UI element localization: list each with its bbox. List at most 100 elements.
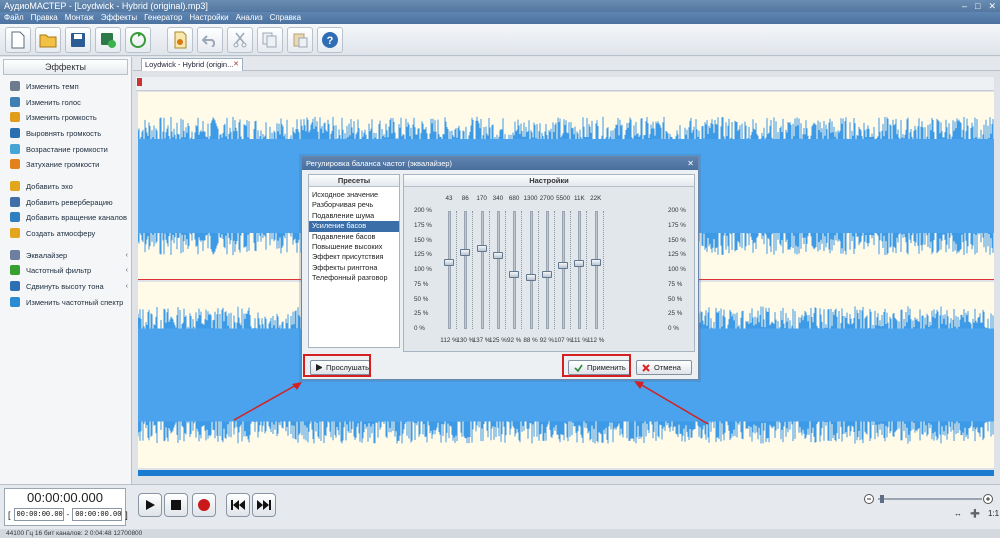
band-slider-thumb[interactable]: [541, 271, 552, 279]
track-scrollbar[interactable]: [138, 470, 994, 476]
skip-forward-icon: [257, 500, 271, 510]
minimize-icon[interactable]: –: [962, 0, 967, 12]
record-button[interactable]: [192, 493, 216, 517]
tab-close-icon[interactable]: ✕: [233, 59, 239, 71]
effect-item-6[interactable]: Добавить эхо: [10, 179, 130, 193]
copy-button[interactable]: [257, 26, 283, 53]
band-slider-thumb[interactable]: [525, 273, 536, 281]
undo-button[interactable]: [197, 26, 223, 53]
cancel-button[interactable]: Отмена: [636, 360, 692, 375]
timeline-ruler[interactable]: [136, 77, 994, 91]
cut-button[interactable]: [227, 26, 253, 53]
band-ticks: [537, 211, 540, 329]
menu-file[interactable]: Файл: [4, 12, 24, 24]
effect-item-3[interactable]: Выровнять громкость: [10, 126, 130, 140]
band-slider-thumb[interactable]: [574, 260, 585, 267]
effect-item-1[interactable]: Изменить голос: [10, 95, 130, 109]
effect-item-13[interactable]: Изменить частотный спектр: [10, 295, 130, 309]
effect-icon: [10, 144, 20, 154]
effect-item-5[interactable]: Затухание громкости: [10, 157, 130, 171]
level-label: 75 %: [668, 280, 683, 288]
effect-item-10[interactable]: Эквалайзер ‹: [10, 248, 130, 262]
menu-help[interactable]: Справка: [270, 12, 301, 24]
close-icon[interactable]: ✕: [988, 0, 996, 12]
effect-item-9[interactable]: Создать атмосферу: [10, 226, 130, 240]
band-slider-thumb[interactable]: [509, 271, 520, 279]
effect-icon: [10, 97, 20, 107]
effect-item-label: Добавить реверберацию: [26, 197, 113, 207]
band-slider-track[interactable]: [448, 211, 451, 329]
effect-item-11[interactable]: Частотный фильтр ‹: [10, 263, 130, 277]
effect-item-4[interactable]: Возрастание громкости: [10, 142, 130, 156]
effect-item-12[interactable]: Сдвинуть высоту тона ‹: [10, 279, 130, 293]
skip-back-button[interactable]: [226, 493, 250, 517]
band-slider-thumb[interactable]: [460, 248, 471, 256]
effect-item-2[interactable]: Изменить громкость: [10, 110, 130, 124]
play-button[interactable]: [138, 493, 162, 517]
band-slider-track[interactable]: [496, 211, 500, 329]
menu-montage[interactable]: Монтаж: [65, 12, 94, 24]
band-slider-thumb[interactable]: [492, 251, 503, 259]
effect-item-8[interactable]: Добавить вращение каналов: [10, 210, 130, 224]
effect-icon: [10, 228, 20, 238]
stop-button[interactable]: [164, 493, 188, 517]
band-slider-thumb[interactable]: [558, 262, 569, 270]
save-button[interactable]: [65, 26, 91, 53]
tab-track[interactable]: Loydwick - Hybrid (origin... ✕: [141, 58, 243, 71]
menu-settings[interactable]: Настройки: [189, 12, 228, 24]
band-slider-track[interactable]: [480, 211, 484, 329]
effect-item-0[interactable]: Изменить темп: [10, 79, 130, 93]
open-button[interactable]: [35, 26, 61, 53]
paste-button[interactable]: [287, 26, 313, 53]
record-icon: [198, 499, 210, 511]
selection-end-field[interactable]: [72, 508, 123, 521]
status-bar: 44100 Гц 16 бит каналов: 2 0:04:48 12700…: [0, 529, 1000, 538]
save-as-button[interactable]: [95, 26, 121, 53]
band-slider-thumb[interactable]: [590, 259, 601, 267]
band-slider-track[interactable]: [464, 211, 468, 329]
zoom-in-icon[interactable]: ➕: [970, 509, 980, 518]
band-slider-track[interactable]: [594, 211, 598, 329]
refresh-button[interactable]: [125, 26, 151, 53]
level-label: 200 %: [668, 207, 686, 214]
skip-forward-button[interactable]: [252, 493, 276, 517]
actual-size-icon[interactable]: 1:1: [988, 509, 999, 518]
band-slider-track[interactable]: [529, 211, 533, 329]
level-label: 100 %: [414, 266, 432, 273]
level-label: 125 %: [414, 251, 432, 259]
maximize-icon[interactable]: □: [975, 0, 980, 12]
band-ticks: [488, 211, 491, 329]
menu-generator[interactable]: Генератор: [144, 12, 182, 24]
band-slider-thumb[interactable]: [476, 244, 487, 252]
band-slider-track[interactable]: [513, 211, 517, 329]
level-label: 200 %: [414, 207, 432, 214]
expand-arrow-icon[interactable]: ‹: [126, 252, 128, 259]
expand-arrow-icon[interactable]: ‹: [126, 267, 128, 274]
band-slider-track[interactable]: [562, 211, 566, 329]
effects-panel-header: Эффекты: [3, 59, 128, 75]
effect-icon: [10, 197, 20, 207]
effect-item-label: Добавить вращение каналов: [26, 212, 127, 222]
level-label: 0 %: [668, 325, 679, 332]
level-label: 175 %: [414, 221, 432, 229]
current-time: 00:00:00.000: [27, 490, 103, 505]
menu-analysis[interactable]: Анализ: [236, 12, 263, 24]
menu-edit[interactable]: Правка: [31, 12, 58, 24]
selection-start-field[interactable]: [13, 508, 64, 521]
fit-width-icon[interactable]: ↔: [954, 509, 962, 518]
band-slider-track[interactable]: [578, 211, 582, 329]
band-ticks: [521, 211, 523, 329]
level-label: 100 %: [668, 266, 686, 273]
playhead-marker[interactable]: [137, 78, 142, 86]
menu-effects[interactable]: Эффекты: [101, 12, 137, 24]
expand-arrow-icon[interactable]: ‹: [126, 283, 128, 290]
zoom-slider[interactable]: [864, 493, 994, 505]
effect-item-label: Изменить голос: [26, 97, 81, 107]
level-label: 50 %: [668, 295, 683, 303]
effect-item-7[interactable]: Добавить реверберацию: [10, 195, 130, 209]
band-slider-thumb[interactable]: [444, 259, 454, 267]
new-file-button[interactable]: [5, 26, 31, 53]
record-voice-button[interactable]: [167, 26, 193, 53]
band-slider-track[interactable]: [545, 211, 549, 329]
help-button[interactable]: ?: [317, 26, 343, 53]
